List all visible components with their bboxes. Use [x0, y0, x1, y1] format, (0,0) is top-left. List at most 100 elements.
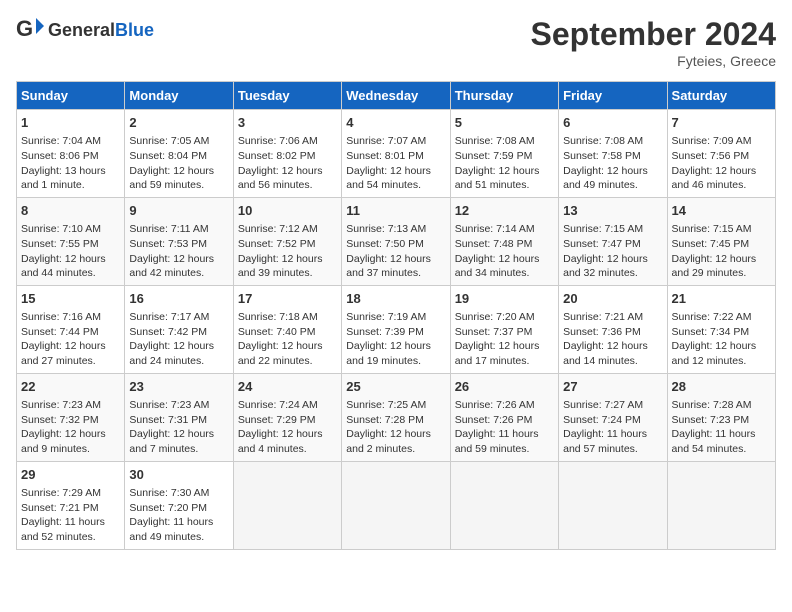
logo: G GeneralBlue — [16, 16, 154, 44]
calendar-cell: 16Sunrise: 7:17 AMSunset: 7:42 PMDayligh… — [125, 285, 233, 373]
calendar-cell: 21Sunrise: 7:22 AMSunset: 7:34 PMDayligh… — [667, 285, 775, 373]
day-info-line: Sunset: 7:48 PM — [455, 237, 554, 252]
calendar-cell: 1Sunrise: 7:04 AMSunset: 8:06 PMDaylight… — [17, 110, 125, 198]
day-info-line: Sunset: 8:02 PM — [238, 149, 337, 164]
day-info-line: and 29 minutes. — [672, 266, 771, 281]
day-info-line: Daylight: 11 hours — [455, 427, 554, 442]
calendar-cell — [559, 461, 667, 549]
calendar-cell: 12Sunrise: 7:14 AMSunset: 7:48 PMDayligh… — [450, 197, 558, 285]
day-info-line: and 9 minutes. — [21, 442, 120, 457]
day-info-line: Sunrise: 7:09 AM — [672, 134, 771, 149]
day-info-line: Sunrise: 7:25 AM — [346, 398, 445, 413]
day-info-line: and 52 minutes. — [21, 530, 120, 545]
day-info-line: Daylight: 12 hours — [672, 339, 771, 354]
day-info-line: Sunrise: 7:08 AM — [563, 134, 662, 149]
calendar-cell: 3Sunrise: 7:06 AMSunset: 8:02 PMDaylight… — [233, 110, 341, 198]
day-info-line: Sunset: 7:59 PM — [455, 149, 554, 164]
col-wednesday: Wednesday — [342, 82, 450, 110]
day-info-line: and 12 minutes. — [672, 354, 771, 369]
day-info-line: Sunrise: 7:23 AM — [21, 398, 120, 413]
day-info-line: and 54 minutes. — [672, 442, 771, 457]
calendar-row-4: 22Sunrise: 7:23 AMSunset: 7:32 PMDayligh… — [17, 373, 776, 461]
day-info-line: and 19 minutes. — [346, 354, 445, 369]
logo-text-blue: Blue — [115, 20, 154, 40]
day-info-line: Daylight: 12 hours — [238, 252, 337, 267]
col-friday: Friday — [559, 82, 667, 110]
day-info-line: Sunset: 7:32 PM — [21, 413, 120, 428]
day-info-line: Daylight: 12 hours — [129, 252, 228, 267]
col-sunday: Sunday — [17, 82, 125, 110]
day-info-line: Sunrise: 7:17 AM — [129, 310, 228, 325]
day-info-line: Daylight: 12 hours — [238, 339, 337, 354]
day-number: 13 — [563, 202, 662, 220]
day-info-line: and 39 minutes. — [238, 266, 337, 281]
svg-text:G: G — [16, 16, 33, 41]
day-info-line: Sunset: 8:06 PM — [21, 149, 120, 164]
calendar-cell: 27Sunrise: 7:27 AMSunset: 7:24 PMDayligh… — [559, 373, 667, 461]
day-info-line: Sunset: 7:21 PM — [21, 501, 120, 516]
day-info-line: Daylight: 11 hours — [672, 427, 771, 442]
calendar-cell: 9Sunrise: 7:11 AMSunset: 7:53 PMDaylight… — [125, 197, 233, 285]
calendar-cell: 22 Sunrise: 7:23 AMSunset: 7:32 PMDayligh… — [17, 373, 125, 461]
calendar-cell: 20Sunrise: 7:21 AMSunset: 7:36 PMDayligh… — [559, 285, 667, 373]
col-monday: Monday — [125, 82, 233, 110]
day-info-line: and 59 minutes. — [129, 178, 228, 193]
calendar-cell: 2Sunrise: 7:05 AMSunset: 8:04 PMDaylight… — [125, 110, 233, 198]
day-info-line: Sunset: 7:40 PM — [238, 325, 337, 340]
day-info-line: Sunrise: 7:19 AM — [346, 310, 445, 325]
day-info-line: Sunrise: 7:30 AM — [129, 486, 228, 501]
calendar-cell: 15Sunrise: 7:16 AMSunset: 7:44 PMDayligh… — [17, 285, 125, 373]
day-info-line: Daylight: 12 hours — [563, 339, 662, 354]
day-number: 10 — [238, 202, 337, 220]
day-info-line: and 57 minutes. — [563, 442, 662, 457]
calendar-cell: 5Sunrise: 7:08 AMSunset: 7:59 PMDaylight… — [450, 110, 558, 198]
day-info-line: Daylight: 12 hours — [346, 427, 445, 442]
day-info-line: Sunset: 7:29 PM — [238, 413, 337, 428]
day-info-line: Sunset: 8:01 PM — [346, 149, 445, 164]
day-info-line: and 4 minutes. — [238, 442, 337, 457]
day-info-line: Daylight: 12 hours — [455, 164, 554, 179]
day-info-line: and 46 minutes. — [672, 178, 771, 193]
calendar-cell — [667, 461, 775, 549]
day-info-line: Sunrise: 7:26 AM — [455, 398, 554, 413]
day-number: 23 — [129, 378, 228, 396]
day-info-line: Daylight: 12 hours — [563, 164, 662, 179]
calendar-cell: 11Sunrise: 7:13 AMSunset: 7:50 PMDayligh… — [342, 197, 450, 285]
calendar-row-2: 8Sunrise: 7:10 AMSunset: 7:55 PMDaylight… — [17, 197, 776, 285]
day-info-line: and 49 minutes. — [129, 530, 228, 545]
calendar-cell: 30 Sunrise: 7:30 AMSunset: 7:20 PMDayligh… — [125, 461, 233, 549]
day-info-line: Sunset: 7:37 PM — [455, 325, 554, 340]
day-info-line: Daylight: 12 hours — [238, 164, 337, 179]
day-number: 14 — [672, 202, 771, 220]
calendar-cell: 8Sunrise: 7:10 AMSunset: 7:55 PMDaylight… — [17, 197, 125, 285]
day-info-line: and 37 minutes. — [346, 266, 445, 281]
day-info-line: Daylight: 13 hours — [21, 164, 120, 179]
col-saturday: Saturday — [667, 82, 775, 110]
day-number: 25 — [346, 378, 445, 396]
day-number: 27 — [563, 378, 662, 396]
calendar-cell: 18Sunrise: 7:19 AMSunset: 7:39 PMDayligh… — [342, 285, 450, 373]
day-info-line: Daylight: 12 hours — [21, 427, 120, 442]
day-info-line: Daylight: 12 hours — [346, 252, 445, 267]
day-info-line: Daylight: 12 hours — [21, 252, 120, 267]
day-info-line: Daylight: 11 hours — [129, 515, 228, 530]
day-number: 8 — [21, 202, 120, 220]
day-info-line: Sunrise: 7:21 AM — [563, 310, 662, 325]
day-info-line: Sunset: 7:20 PM — [129, 501, 228, 516]
day-number: 22 — [21, 378, 120, 396]
day-number: 16 — [129, 290, 228, 308]
day-number: 18 — [346, 290, 445, 308]
day-number: 19 — [455, 290, 554, 308]
day-info-line: Daylight: 12 hours — [455, 339, 554, 354]
day-info-line: Sunset: 7:55 PM — [21, 237, 120, 252]
day-info-line: Sunrise: 7:08 AM — [455, 134, 554, 149]
day-number: 30 — [129, 466, 228, 484]
day-info-line: Sunset: 7:42 PM — [129, 325, 228, 340]
day-info-line: Sunset: 7:44 PM — [21, 325, 120, 340]
day-info-line: and 27 minutes. — [21, 354, 120, 369]
day-number: 11 — [346, 202, 445, 220]
calendar-cell: 17Sunrise: 7:18 AMSunset: 7:40 PMDayligh… — [233, 285, 341, 373]
calendar-cell: 28Sunrise: 7:28 AMSunset: 7:23 PMDayligh… — [667, 373, 775, 461]
day-number: 7 — [672, 114, 771, 132]
day-info-line: Sunrise: 7:15 AM — [672, 222, 771, 237]
